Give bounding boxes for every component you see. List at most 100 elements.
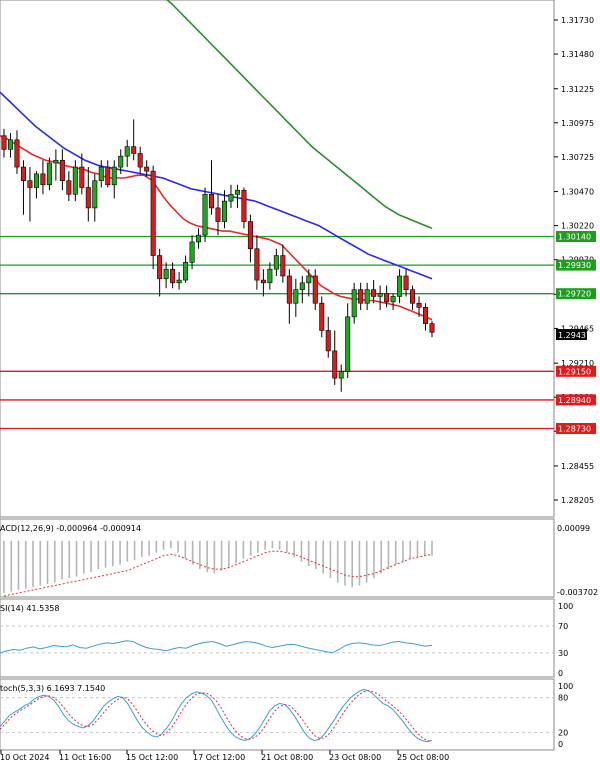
- candle: [345, 303, 351, 379]
- current-price-marker: 1.29437: [556, 329, 591, 340]
- bull-candle-body: [111, 166, 117, 186]
- candle: [202, 187, 208, 242]
- candle: [111, 160, 117, 199]
- bull-candle-body: [397, 275, 403, 297]
- level-price-label: 1.28730: [558, 425, 591, 434]
- bear-candle-body: [254, 248, 260, 281]
- candle: [306, 269, 312, 297]
- bear-candle-body: [241, 189, 247, 222]
- price-tick-label: 1.28205: [561, 496, 594, 505]
- candle: [351, 282, 357, 324]
- time-tick-label: 17 Oct 12:00: [193, 753, 245, 762]
- bull-candle-body: [46, 162, 52, 186]
- bull-candle-body: [338, 371, 344, 379]
- candle: [1, 128, 7, 158]
- bear-candle-body: [325, 330, 331, 352]
- candle: [319, 296, 325, 338]
- bear-candle-body: [170, 268, 176, 284]
- candle: [33, 171, 39, 199]
- price-tick-label: 1.31730: [561, 16, 594, 25]
- rsi-level-label: 30: [558, 649, 568, 658]
- time-tick-label: 23 Oct 08:00: [329, 753, 381, 762]
- candle: [247, 214, 253, 263]
- level-price-label: 1.29930: [558, 261, 591, 270]
- candle: [234, 184, 240, 208]
- rsi-label: SI(14) 41.5358: [0, 604, 59, 613]
- bull-candle-body: [176, 279, 182, 284]
- bull-candle-body: [306, 275, 312, 284]
- bear-candle-body: [280, 255, 286, 277]
- candle: [423, 303, 429, 331]
- candle: [150, 165, 156, 270]
- candle: [254, 235, 260, 290]
- candle: [299, 276, 305, 304]
- bear-candle-body: [358, 289, 364, 304]
- price-tick-label: 1.31480: [561, 50, 594, 59]
- candle: [267, 262, 273, 290]
- bull-candle-body: [183, 262, 189, 281]
- bear-candle-body: [59, 159, 65, 181]
- bull-candle-body: [299, 282, 305, 290]
- candle: [46, 157, 52, 191]
- bull-candle-body: [351, 289, 357, 318]
- stoch-level-label: 80: [558, 694, 568, 703]
- bull-candle-body: [124, 146, 130, 157]
- candle: [7, 133, 13, 158]
- candle: [338, 364, 344, 392]
- stoch-label: toch(5,3,3) 6.1693 7.1540: [0, 684, 105, 693]
- time-tick-label: 21 Oct 08:00: [261, 753, 313, 762]
- candle: [98, 160, 104, 188]
- candle: [72, 160, 78, 202]
- bear-candle-body: [429, 323, 435, 333]
- macd-label: ACD(12,26,9) -0.000964 -0.000914: [0, 524, 141, 533]
- price-tick-label: 1.30975: [561, 119, 594, 128]
- bull-candle-body: [293, 289, 299, 304]
- candle: [377, 285, 383, 311]
- macd-indicator: ACD(12,26,9) -0.000964 -0.000914 0.00099…: [0, 524, 598, 597]
- bear-candle-body: [286, 275, 292, 304]
- bear-candle-body: [66, 180, 72, 195]
- bull-candle-body: [234, 189, 240, 195]
- candle: [312, 269, 318, 311]
- candle: [14, 130, 20, 174]
- bull-candle-body: [228, 193, 234, 202]
- bear-candle-body: [27, 180, 33, 188]
- candlesticks: [1, 119, 435, 392]
- candle: [157, 248, 163, 297]
- bear-candle-body: [319, 302, 325, 331]
- candle: [241, 187, 247, 229]
- bear-candle-body: [312, 275, 318, 304]
- candle: [325, 316, 331, 358]
- bear-candle-body: [1, 135, 7, 150]
- candle: [176, 271, 182, 290]
- price-tick-label: 1.30725: [561, 153, 594, 162]
- macd-axis-top: 0.00099: [557, 524, 590, 533]
- bull-candle-body: [98, 166, 104, 181]
- bull-candle-body: [273, 255, 279, 270]
- price-tick-label: 1.28455: [561, 462, 594, 471]
- bear-candle-body: [332, 350, 338, 379]
- time-tick-label: 11 Oct 16:00: [59, 753, 111, 762]
- bear-candle-body: [215, 207, 221, 222]
- candle: [280, 244, 286, 283]
- candle: [364, 282, 370, 311]
- level-price-label: 1.29720: [558, 290, 591, 299]
- bull-candle-body: [163, 268, 169, 280]
- bull-candle-body: [33, 173, 39, 188]
- price-tick-label: 1.30220: [561, 222, 594, 231]
- time-tick-label: 10 Oct 2024: [0, 753, 49, 762]
- bear-candle-body: [410, 289, 416, 304]
- bear-candle-body: [403, 275, 409, 290]
- rsi-line: [0, 640, 433, 654]
- bull-candle-body: [189, 241, 195, 263]
- candle: [183, 255, 189, 283]
- bull-candle-body: [364, 289, 370, 304]
- bull-candle-body: [118, 155, 124, 168]
- candle: [124, 139, 130, 168]
- bull-candle-body: [345, 316, 351, 372]
- forex-chart[interactable]: 1.31730 1.31480 1.31225 1.30975 1.30725 1.304…: [0, 0, 600, 762]
- bull-candle-body: [267, 268, 273, 284]
- bear-candle-body: [423, 307, 429, 324]
- rsi-indicator: SI(14) 41.5358 100 70 30 0: [0, 602, 573, 678]
- candle: [92, 173, 98, 222]
